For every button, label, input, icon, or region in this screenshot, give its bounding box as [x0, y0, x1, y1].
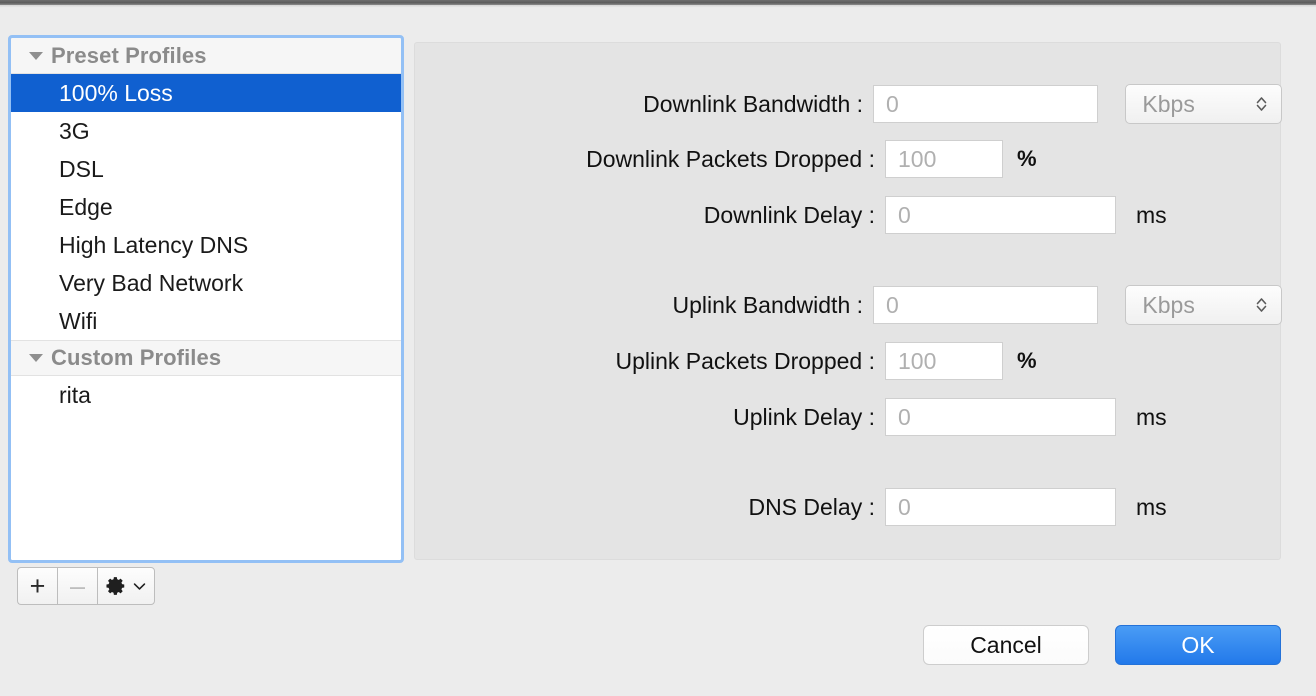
settings-field-value: 0 [898, 403, 911, 430]
settings-field-value: 0 [898, 201, 911, 228]
titlebar-shadow [0, 5, 1316, 8]
settings-field-row: Downlink Delay : 0 ms [415, 196, 1282, 234]
triangle-down-icon [29, 51, 43, 60]
settings-field-unit: ms [1136, 493, 1167, 520]
settings-field-unit: % [1017, 146, 1037, 171]
list-toolbar: + – [17, 567, 155, 605]
settings-field-row: Downlink Bandwidth : 0 Kbps [415, 84, 1282, 124]
profile-list-item[interactable]: High Latency DNS [11, 226, 401, 264]
settings-field-label: Downlink Delay : [703, 201, 875, 228]
settings-field-value: 100 [898, 347, 937, 374]
stepper-chevrons-icon [1254, 94, 1269, 114]
settings-field-input[interactable]: 100 [885, 140, 1003, 178]
profile-list-item-label: High Latency DNS [59, 231, 249, 258]
profiles-group-header[interactable]: Preset Profiles [11, 38, 401, 74]
settings-field-row: Uplink Bandwidth : 0 Kbps [415, 285, 1282, 325]
settings-field-row: DNS Delay : 0 ms [415, 488, 1282, 526]
settings-field-input[interactable]: 0 [885, 196, 1116, 234]
triangle-down-icon [29, 354, 43, 362]
minus-icon: – [69, 570, 86, 601]
settings-field-input[interactable]: 0 [873, 286, 1099, 324]
profile-list-item[interactable]: Very Bad Network [11, 264, 401, 302]
profile-list-item[interactable]: rita [11, 376, 401, 414]
settings-field-unit: % [1017, 348, 1037, 373]
profile-actions-button[interactable] [97, 567, 155, 605]
bandwidth-unit-popup[interactable]: Kbps [1125, 84, 1282, 124]
settings-panel: Downlink Bandwidth : 0 Kbps Downlink Packet… [414, 42, 1282, 560]
ok-button[interactable]: OK [1115, 625, 1281, 665]
bandwidth-unit-value: Kbps [1142, 291, 1195, 318]
settings-field-label: Downlink Bandwidth : [643, 90, 864, 117]
settings-field-unit: ms [1136, 201, 1167, 228]
profiles-group-header[interactable]: Custom Profiles [11, 340, 401, 376]
profile-list-item[interactable]: Wifi [11, 302, 401, 340]
settings-field-value: 0 [886, 291, 899, 318]
settings-field-input[interactable]: 0 [885, 398, 1116, 436]
profile-list-item[interactable]: 100% Loss [11, 74, 401, 112]
profiles-group-label: Custom Profiles [51, 345, 222, 370]
settings-field-input[interactable]: 100 [885, 342, 1003, 380]
settings-field-value: 0 [898, 493, 911, 520]
cancel-button[interactable]: Cancel [923, 625, 1089, 665]
settings-field-label: Uplink Packets Dropped : [615, 347, 875, 374]
profile-list-item-label: 3G [59, 117, 90, 144]
profile-list-item-label: Very Bad Network [59, 269, 244, 296]
cancel-button-label: Cancel [970, 631, 1042, 658]
chevron-down-icon [133, 582, 145, 590]
profile-list-item-label: 100% Loss [59, 79, 173, 106]
settings-field-row: Uplink Packets Dropped : 100% [415, 342, 1282, 380]
add-profile-button[interactable]: + [17, 567, 57, 605]
remove-profile-button[interactable]: – [57, 567, 97, 605]
profile-list-item[interactable]: 3G [11, 112, 401, 150]
profile-list-item-label: DSL [59, 155, 104, 182]
profile-list-item[interactable]: Edge [11, 188, 401, 226]
settings-field-row: Uplink Delay : 0 ms [415, 398, 1282, 436]
settings-field-label: Uplink Bandwidth : [672, 291, 864, 318]
settings-field-value: 100 [898, 145, 937, 172]
settings-field-row: Downlink Packets Dropped : 100% [415, 140, 1282, 178]
settings-field-label: Downlink Packets Dropped : [586, 145, 875, 172]
profiles-group-label: Preset Profiles [51, 42, 207, 68]
profile-list-item-label: Wifi [59, 307, 98, 334]
settings-field-label: DNS Delay : [748, 493, 875, 520]
plus-icon: + [29, 570, 46, 601]
settings-field-unit: ms [1136, 403, 1167, 430]
ok-button-label: OK [1181, 631, 1215, 658]
settings-field-input[interactable]: 0 [873, 85, 1099, 123]
settings-field-label: Uplink Delay : [733, 403, 875, 430]
settings-field-value: 0 [886, 90, 899, 117]
stepper-chevrons-icon [1254, 295, 1269, 315]
profiles-list[interactable]: Preset Profiles 100% Loss 3G DSL Edge High La… [8, 35, 404, 563]
profile-list-item-label: Edge [59, 193, 113, 220]
bandwidth-unit-popup[interactable]: Kbps [1125, 285, 1282, 325]
settings-field-input[interactable]: 0 [885, 488, 1116, 526]
profile-list-item[interactable]: DSL [11, 150, 401, 188]
gear-icon [105, 577, 124, 595]
bandwidth-unit-value: Kbps [1142, 90, 1195, 117]
profile-list-item-label: rita [59, 381, 91, 408]
